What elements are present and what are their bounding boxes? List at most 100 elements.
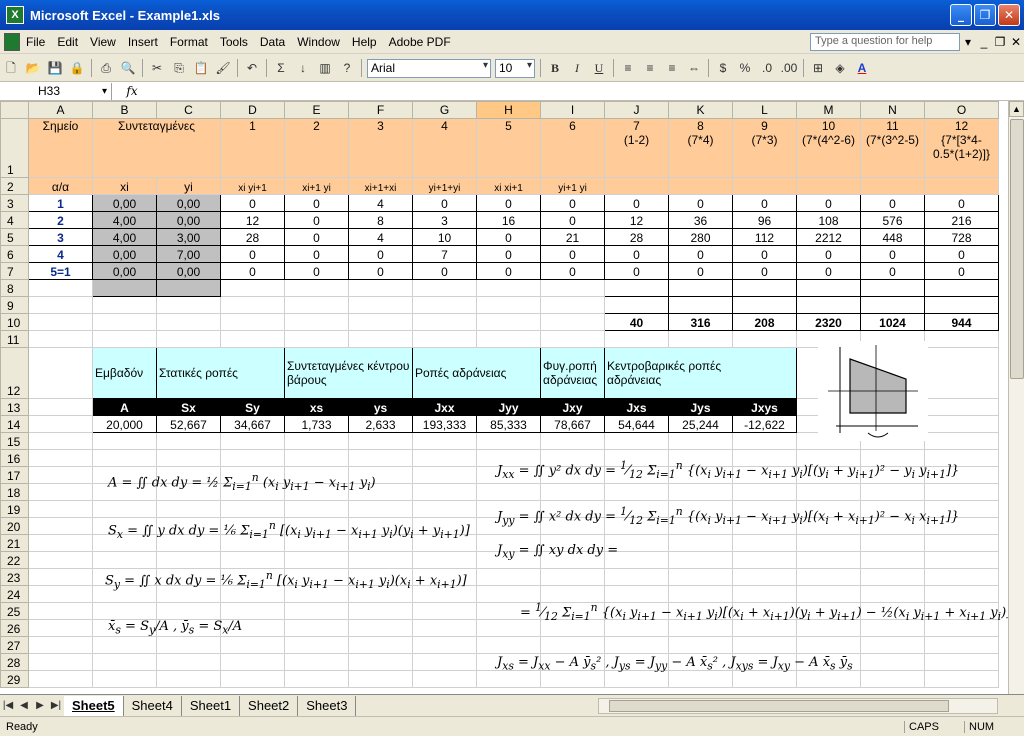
cell[interactable] xyxy=(348,636,413,654)
cell[interactable]: 0 xyxy=(924,262,999,280)
cell[interactable]: 0,00 xyxy=(92,194,157,212)
cell[interactable] xyxy=(284,670,349,688)
help-search-input[interactable]: Type a question for help xyxy=(810,32,960,51)
cell-n10[interactable]: 1024 xyxy=(860,313,925,331)
cell[interactable] xyxy=(668,534,733,552)
cross-section-diagram[interactable] xyxy=(818,341,928,441)
close-button[interactable]: ✕ xyxy=(998,4,1020,26)
cell[interactable] xyxy=(796,551,861,569)
formula-jxy[interactable]: Jxy = ∬ xy dx dy = xyxy=(497,543,618,561)
cell[interactable] xyxy=(540,313,605,331)
symbol-ys[interactable]: ys xyxy=(348,398,413,416)
cell[interactable]: 0 xyxy=(284,245,349,263)
scroll-up-icon[interactable]: ▲ xyxy=(1009,101,1024,117)
fill-color-icon[interactable]: ◈ xyxy=(830,58,850,78)
value-jyy[interactable]: 85,333 xyxy=(476,415,541,433)
cell[interactable] xyxy=(412,636,477,654)
row-header-26[interactable]: 26 xyxy=(0,619,29,637)
cell[interactable]: 0 xyxy=(732,262,797,280)
cell[interactable]: 4 xyxy=(348,194,413,212)
row-header-22[interactable]: 22 xyxy=(0,551,29,569)
cell[interactable] xyxy=(156,449,221,467)
cell[interactable] xyxy=(412,279,477,297)
cell[interactable] xyxy=(924,585,999,603)
symbol-xs[interactable]: xs xyxy=(284,398,349,416)
cell[interactable]: 0 xyxy=(604,245,669,263)
cell[interactable]: 0 xyxy=(924,194,999,212)
cell[interactable] xyxy=(284,500,349,518)
cell[interactable]: 0 xyxy=(348,245,413,263)
cell[interactable] xyxy=(412,296,477,314)
formula-area[interactable]: A = ∬ dx dy = ½ Σi=1n (xi yi+1 − xi+1 yi… xyxy=(108,471,376,493)
cell[interactable] xyxy=(924,398,999,416)
cell[interactable] xyxy=(28,551,93,569)
symbol-jyy[interactable]: Jyy xyxy=(476,398,541,416)
value-a[interactable]: 20,000 xyxy=(92,415,157,433)
font-color-icon[interactable]: A xyxy=(852,58,872,78)
symbol-jxs[interactable]: Jxs xyxy=(604,398,669,416)
cell[interactable] xyxy=(604,330,669,348)
symbol-jys[interactable]: Jys xyxy=(668,398,733,416)
cell[interactable] xyxy=(220,653,285,671)
column-header-m[interactable]: M xyxy=(796,101,861,119)
cell-j10[interactable]: 40 xyxy=(604,313,669,331)
cell[interactable] xyxy=(604,585,669,603)
cell[interactable] xyxy=(476,330,541,348)
cell[interactable]: 280 xyxy=(668,228,733,246)
menu-tools[interactable]: Tools xyxy=(214,35,254,49)
cell[interactable] xyxy=(284,551,349,569)
cell[interactable] xyxy=(604,670,669,688)
cell[interactable] xyxy=(92,602,157,620)
hscroll-thumb[interactable] xyxy=(609,699,949,712)
cell[interactable]: 4 xyxy=(28,245,93,263)
cell[interactable]: 0 xyxy=(284,228,349,246)
cell[interactable]: 12 xyxy=(220,211,285,229)
cell[interactable] xyxy=(284,279,349,297)
cell[interactable] xyxy=(28,534,93,552)
bold-button[interactable]: B xyxy=(545,58,565,78)
horizontal-scrollbar[interactable] xyxy=(598,697,998,714)
value-jxys[interactable]: -12,622 xyxy=(732,415,797,433)
copy-icon[interactable]: ⎘ xyxy=(169,58,189,78)
row-header-9[interactable]: 9 xyxy=(0,296,29,314)
cell[interactable] xyxy=(668,432,733,450)
cell[interactable] xyxy=(156,296,221,314)
cell[interactable] xyxy=(540,330,605,348)
cell[interactable] xyxy=(796,534,861,552)
header-centroidal-inertia[interactable]: Κεντροβαρικές ροπές αδράνειας xyxy=(604,347,797,399)
cell[interactable]: 0 xyxy=(604,194,669,212)
cell[interactable] xyxy=(92,636,157,654)
cell[interactable]: 0 xyxy=(476,194,541,212)
first-sheet-icon[interactable]: |◀ xyxy=(0,700,16,711)
cell[interactable] xyxy=(860,670,925,688)
cell[interactable] xyxy=(220,636,285,654)
cell-e2[interactable]: xi+1 yi xyxy=(284,177,349,195)
cell[interactable] xyxy=(796,483,861,501)
cell[interactable] xyxy=(732,534,797,552)
cell[interactable]: 0 xyxy=(732,245,797,263)
name-box[interactable]: H33 xyxy=(0,82,112,100)
column-header-b[interactable]: B xyxy=(92,101,157,119)
chevron-down-icon[interactable]: ▾ xyxy=(960,35,976,49)
row-header[interactable]: 5 xyxy=(0,228,29,246)
column-header-h[interactable]: H xyxy=(476,101,541,119)
cell-d1[interactable]: 1 xyxy=(220,118,285,178)
cell[interactable]: 108 xyxy=(796,211,861,229)
cell[interactable]: 0 xyxy=(860,245,925,263)
next-sheet-icon[interactable]: ▶ xyxy=(32,700,48,711)
cell[interactable] xyxy=(92,279,157,297)
column-header-f[interactable]: F xyxy=(348,101,413,119)
cell[interactable]: 0 xyxy=(220,194,285,212)
cell[interactable] xyxy=(668,551,733,569)
tab-sheet3[interactable]: Sheet3 xyxy=(298,695,357,716)
column-header-i[interactable]: I xyxy=(540,101,605,119)
cell[interactable] xyxy=(220,279,285,297)
cell[interactable]: 112 xyxy=(732,228,797,246)
row-header-2[interactable]: 2 xyxy=(0,177,29,195)
cell[interactable] xyxy=(284,653,349,671)
value-xs[interactable]: 1,733 xyxy=(284,415,349,433)
cell[interactable] xyxy=(156,551,221,569)
row-header-24[interactable]: 24 xyxy=(0,585,29,603)
header-centroid[interactable]: Συντεταγμένες κέντρου βάρους xyxy=(284,347,413,399)
cell-l10[interactable]: 208 xyxy=(732,313,797,331)
